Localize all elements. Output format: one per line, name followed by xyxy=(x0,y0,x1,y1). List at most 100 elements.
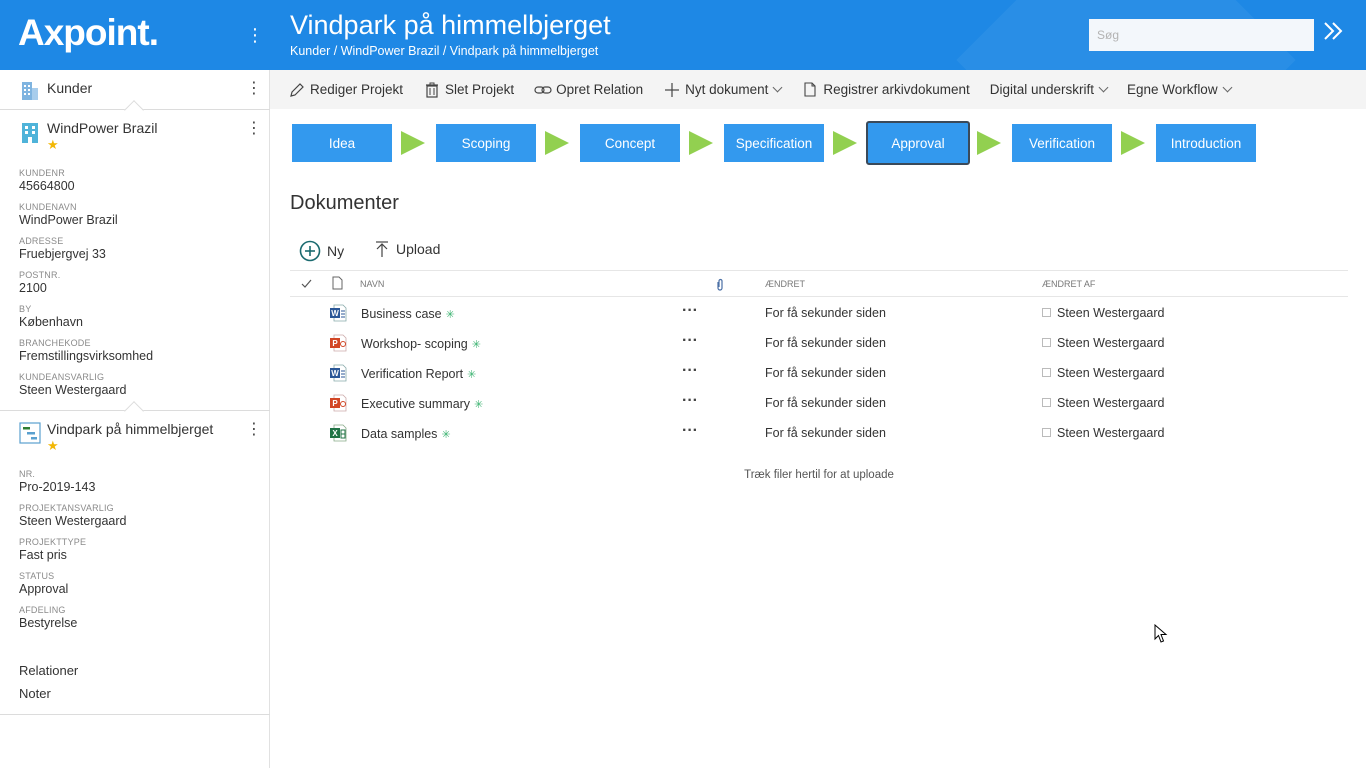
divider-notch xyxy=(124,100,144,120)
document-name-text: Verification Report xyxy=(361,367,464,381)
customers-kebab-icon[interactable]: ⋮ xyxy=(244,80,264,98)
document-row[interactable]: W Business case ✳ ··· For få sekunder sid… xyxy=(290,298,1348,328)
field-value-status: Approval xyxy=(19,582,69,596)
upload-button[interactable]: Upload xyxy=(374,240,440,258)
new-document-dropdown[interactable]: Nyt dokument xyxy=(663,81,783,99)
phase-step-specification[interactable]: Specification xyxy=(724,124,824,162)
delete-project-button[interactable]: Slet Projekt xyxy=(423,81,514,99)
phase-step-introduction[interactable]: Introduction xyxy=(1156,124,1256,162)
breadcrumb-item-project[interactable]: Vindpark på himmelbjerget xyxy=(450,44,598,58)
custom-workflow-label: Egne Workflow xyxy=(1127,82,1218,97)
field-value-project-type: Fast pris xyxy=(19,548,67,562)
phase-step-verification[interactable]: Verification xyxy=(1012,124,1112,162)
document-name-link[interactable]: Workshop- scoping ✳ xyxy=(361,337,481,351)
phase-step-concept[interactable]: Concept xyxy=(580,124,680,162)
column-header-modified-by[interactable]: ÆNDRET AF xyxy=(1042,279,1095,289)
phase-step-idea[interactable]: Idea xyxy=(292,124,392,162)
customer-kebab-icon[interactable]: ⋮ xyxy=(244,120,264,138)
field-label-project-type: PROJEKTTYPE xyxy=(19,537,87,547)
digital-signature-dropdown[interactable]: Digital underskrift xyxy=(989,82,1109,97)
document-row[interactable]: W Verification Report ✳ ··· For få sekund… xyxy=(290,358,1348,388)
file-type-column-icon[interactable] xyxy=(332,276,343,290)
field-label-postal-code: POSTNR. xyxy=(19,270,61,280)
new-document-button-label: Ny xyxy=(327,243,345,259)
field-label-customer-number: KUNDENR xyxy=(19,168,65,178)
field-value-customer-name: WindPower Brazil xyxy=(19,213,118,227)
document-name-link[interactable]: Verification Report ✳ xyxy=(361,367,476,381)
favorite-star-icon[interactable]: ★ xyxy=(47,438,59,454)
modified-by-user[interactable]: Steen Westergaard xyxy=(1057,336,1164,350)
more-actions-ellipsis-icon[interactable]: ··· xyxy=(682,422,698,440)
drop-zone-hint[interactable]: Træk filer hertil for at uploade xyxy=(290,469,1348,481)
register-archive-document-button[interactable]: Registrer arkivdokument xyxy=(801,81,970,99)
document-row[interactable]: P Executive summary ✳ ··· For få sekunder… xyxy=(290,388,1348,418)
custom-workflow-dropdown[interactable]: Egne Workflow xyxy=(1127,82,1233,97)
more-actions-ellipsis-icon[interactable]: ··· xyxy=(682,392,698,410)
edit-project-button[interactable]: Rediger Projekt xyxy=(288,81,403,99)
user-presence-icon xyxy=(1042,398,1051,407)
divider-notch xyxy=(124,401,144,421)
phase-step-approval-active[interactable]: Approval xyxy=(866,121,970,165)
document-name-link[interactable]: Business case ✳ xyxy=(361,307,455,321)
user-presence-icon xyxy=(1042,368,1051,377)
modified-by-user[interactable]: Steen Westergaard xyxy=(1057,426,1164,440)
field-value-account-manager: Steen Westergaard xyxy=(19,383,127,397)
axpoint-logo[interactable]: Axpoint. xyxy=(18,12,159,54)
phase-arrow-icon xyxy=(545,131,569,155)
phase-arrow-icon xyxy=(401,131,425,155)
trash-icon xyxy=(423,81,441,99)
digital-signature-label: Digital underskrift xyxy=(989,82,1095,97)
chevron-down-icon xyxy=(772,82,783,93)
column-header-modified[interactable]: ÆNDRET xyxy=(765,279,805,289)
breadcrumb-item-customers[interactable]: Kunder xyxy=(290,44,330,58)
powerpoint-document-icon: P xyxy=(330,334,347,352)
chevron-down-icon xyxy=(1222,82,1233,93)
breadcrumb-item-customer[interactable]: WindPower Brazil xyxy=(341,44,440,58)
delete-project-label: Slet Projekt xyxy=(445,82,515,97)
phase-step-scoping[interactable]: Scoping xyxy=(436,124,536,162)
more-actions-ellipsis-icon[interactable]: ··· xyxy=(682,302,698,320)
expand-double-chevron-icon[interactable] xyxy=(1322,20,1344,50)
app-menu-kebab-icon[interactable]: ⋮ xyxy=(246,24,264,46)
document-icon xyxy=(801,81,819,99)
document-row[interactable]: X Data samples ✳ ··· For få sekunder side… xyxy=(290,418,1348,448)
field-label-project-manager: PROJEKTANSVARLIG xyxy=(19,503,114,513)
field-label-account-manager: KUNDEANSVARLIG xyxy=(19,372,105,382)
field-value-industry-code: Fremstillingsvirksomhed xyxy=(19,349,154,363)
plus-circle-icon xyxy=(299,240,321,262)
word-document-icon: W xyxy=(330,304,347,322)
document-name-link[interactable]: Executive summary ✳ xyxy=(361,397,483,411)
field-value-project-number: Pro-2019-143 xyxy=(19,480,96,494)
attachment-paperclip-icon[interactable] xyxy=(716,278,724,291)
favorite-star-icon[interactable]: ★ xyxy=(47,137,59,153)
modified-time: For få sekunder siden xyxy=(765,396,886,410)
phase-arrow-icon xyxy=(1121,131,1145,155)
user-presence-icon xyxy=(1042,428,1051,437)
document-name-link[interactable]: Data samples ✳ xyxy=(361,427,451,441)
modified-by-user[interactable]: Steen Westergaard xyxy=(1057,396,1164,410)
customer-name-title: WindPower Brazil xyxy=(47,120,158,136)
field-label-city: BY xyxy=(19,304,32,314)
document-row[interactable]: P Workshop- scoping ✳ ··· For få sekunder… xyxy=(290,328,1348,358)
field-label-department: AFDELING xyxy=(19,605,66,615)
modified-by-user[interactable]: Steen Westergaard xyxy=(1057,306,1164,320)
more-actions-ellipsis-icon[interactable]: ··· xyxy=(682,332,698,350)
search-input[interactable] xyxy=(1089,19,1314,51)
svg-text:P: P xyxy=(332,339,338,348)
select-all-checkmark-icon[interactable] xyxy=(301,279,312,289)
create-relation-button[interactable]: Opret Relation xyxy=(534,81,643,99)
new-item-sparkle-icon: ✳ xyxy=(445,309,455,321)
column-header-name[interactable]: NAVN xyxy=(360,279,384,289)
register-archive-document-label: Registrer arkivdokument xyxy=(823,82,970,97)
field-value-department: Bestyrelse xyxy=(19,616,78,630)
sidebar-link-notes[interactable]: Noter xyxy=(19,686,51,701)
new-document-button[interactable]: Ny xyxy=(299,240,344,262)
project-kebab-icon[interactable]: ⋮ xyxy=(244,421,264,439)
more-actions-ellipsis-icon[interactable]: ··· xyxy=(682,362,698,380)
breadcrumb-separator: / xyxy=(330,44,341,58)
left-panel: Axpoint. ⋮ Kunder ⋮ WindPower Brazil ★ ⋮… xyxy=(0,0,270,768)
new-item-sparkle-icon: ✳ xyxy=(471,339,481,351)
modified-by-user[interactable]: Steen Westergaard xyxy=(1057,366,1164,380)
sidebar-link-relations[interactable]: Relationer xyxy=(19,663,78,678)
phase-arrow-icon xyxy=(689,131,713,155)
